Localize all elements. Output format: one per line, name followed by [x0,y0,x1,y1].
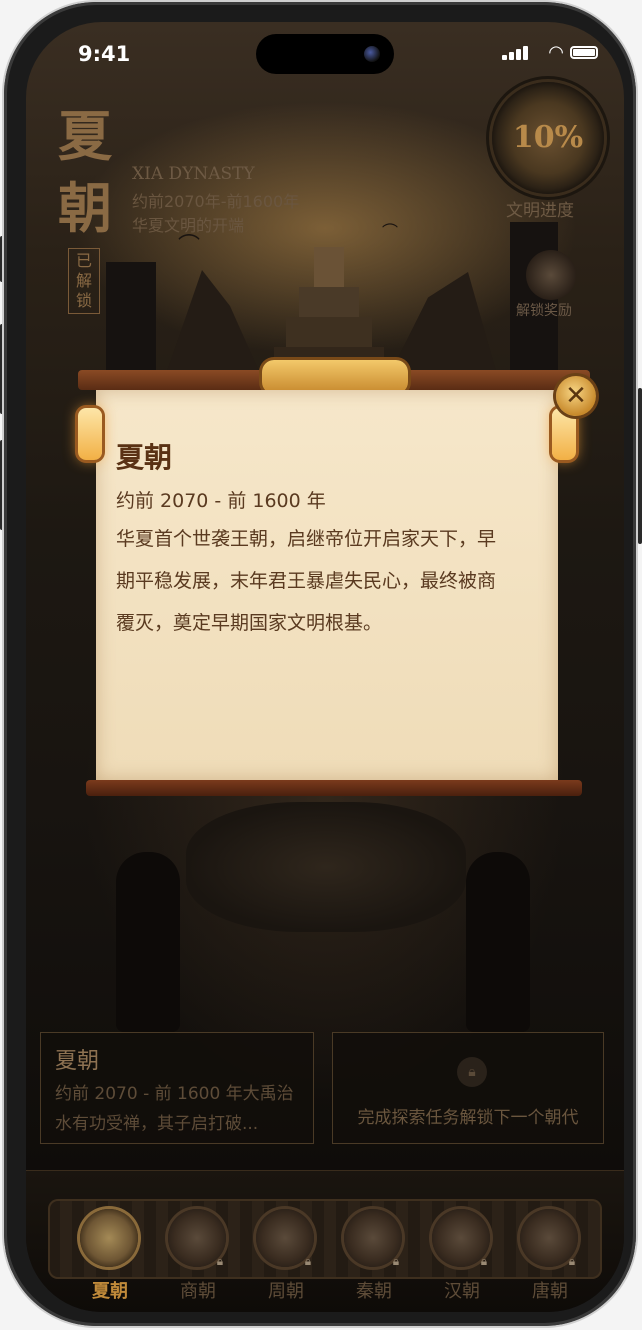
signal-icon [502,44,530,60]
scroll-ornament [262,360,408,394]
seal-icon: 🔒︎ [344,1209,402,1268]
modal-date: 约前 2070 - 前 1600 年 [116,490,326,512]
warrior-figure-left [116,852,180,1032]
lantern-left-icon [78,408,102,460]
nav-item-shang[interactable]: 🔒︎ 商朝 [168,1209,228,1302]
nav-label: 商朝 [180,1281,216,1302]
nav-label: 夏朝 [92,1281,128,1302]
dynasty-title: 夏 朝 [58,100,118,244]
progress-value: 10% [512,120,584,155]
lock-icon: 🔒︎ [480,1254,488,1268]
bird-icon: ⌒ [382,222,399,241]
lock-icon: 🔒︎ [457,1057,487,1087]
civilization-progress[interactable]: 10% [492,82,604,194]
bronze-mask-icon [80,1209,138,1267]
title-char-1: 夏 [58,104,112,168]
scroll-bottom-rod [86,780,582,796]
progress-label: 文明进度 [506,201,574,221]
nav-item-qin[interactable]: 🔒︎ 秦朝 [344,1209,404,1302]
bronze-vessel-icon: 🔒︎ [168,1209,226,1268]
dynasty-tagline: 华夏文明的开端 [132,216,245,235]
close-button[interactable]: ✕ [556,376,596,416]
horse-icon: 🔒︎ [432,1209,490,1268]
lock-icon: 🔒︎ [216,1254,224,1268]
wifi-icon: ◠ [548,42,564,63]
nav-item-han[interactable]: 🔒︎ 汉朝 [432,1209,492,1302]
lock-icon: 🔒︎ [392,1254,400,1268]
altar-illustration [186,802,466,932]
nav-item-zhou[interactable]: 🔒︎ 周朝 [256,1209,316,1302]
nav-label: 周朝 [268,1281,304,1302]
status-bar: 9:41 ◠ [26,22,624,82]
unlocked-badge: 已解锁 [68,248,100,314]
reward-scroll-icon[interactable] [526,250,576,300]
phone-frame: ⌒ ⌒ 9:41 ◠ 夏 朝 已解锁 XIA DYNASTY 约前2070年-前… [4,2,636,1326]
status-time: 9:41 [78,42,131,66]
modal-description: 华夏首个世袭王朝，启继帝位开启家天下，早期平稳发展，末年君王暴虐失民心，最终被商… [116,528,497,634]
dynamic-island [256,34,394,74]
card-description: 约前 2070 - 前 1600 年大禹治水有功受禅，其子启打破... [55,1084,294,1134]
app-screen: ⌒ ⌒ 9:41 ◠ 夏 朝 已解锁 XIA DYNASTY 约前2070年-前… [26,22,624,1312]
camera-icon [364,46,380,62]
locked-dynasty-card[interactable]: 🔒︎ 完成探索任务解锁下一个朝代 [332,1032,604,1144]
nav-label: 唐朝 [532,1281,568,1302]
dynasty-nav-bar: 夏朝 🔒︎ 商朝 🔒︎ 周朝 🔒︎ 秦朝 🔒︎ 汉朝 🔒︎ 唐朝 [26,1170,624,1312]
reward-label[interactable]: 解锁奖励 [516,300,572,320]
battery-icon [570,46,598,59]
dynasty-detail-modal: 夏朝 约前 2070 - 前 1600 年 华夏首个世袭王朝，启继帝位开启家天下… [78,360,596,796]
english-name: XIA DYNASTY [132,164,255,184]
nav-item-tang[interactable]: 🔒︎ 唐朝 [520,1209,580,1302]
palace-icon: 🔒︎ [256,1209,314,1268]
warrior-figure-right [466,852,530,1032]
locked-card-text: 完成探索任务解锁下一个朝代 [357,1108,579,1128]
card-title: 夏朝 [55,1049,100,1074]
title-char-2: 朝 [58,176,112,240]
tang-horse-icon: 🔒︎ [520,1209,578,1268]
scroll-paper: 夏朝 约前 2070 - 前 1600 年 华夏首个世袭王朝，启继帝位开启家天下… [96,390,558,780]
nav-label: 秦朝 [356,1281,392,1302]
current-dynasty-card[interactable]: 夏朝 约前 2070 - 前 1600 年大禹治水有功受禅，其子启打破... [40,1032,314,1144]
dynasty-period: 约前2070年-前1600年 [132,192,300,211]
lock-icon: 🔒︎ [304,1254,312,1268]
nav-label: 汉朝 [444,1281,480,1302]
nav-item-xia[interactable]: 夏朝 [80,1209,140,1302]
modal-title: 夏朝 [116,441,173,474]
lock-icon: 🔒︎ [568,1254,576,1268]
